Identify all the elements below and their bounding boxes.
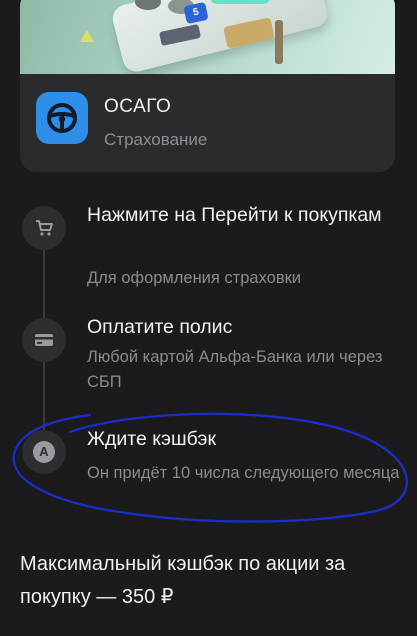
offer-banner-image: 5	[20, 0, 395, 74]
alfa-logo-icon: A	[22, 430, 66, 474]
step-2-title: Оплатите полис	[87, 316, 233, 338]
offer-card[interactable]: 5 ОСАГО Страхование	[20, 0, 395, 172]
step-3-description: Он придёт 10 числа следующего месяца	[87, 464, 400, 482]
step-1-description: Для оформления страховки	[87, 269, 302, 287]
max-cashback-text: Максимальный кэшбэк по акции за покупку …	[20, 553, 346, 608]
step-2-description: Любой картой Альфа-Банка или через СБП	[87, 348, 383, 391]
step-3-title: Ждите кэшбэк	[87, 428, 217, 450]
offer-subtitle: Страхование	[104, 130, 208, 149]
alfa-logo-letter: A	[33, 441, 55, 463]
step-1-title: Нажмите на Перейти к покупкам	[87, 204, 382, 226]
offer-title: ОСАГО	[104, 96, 172, 117]
steering-wheel-icon	[36, 92, 88, 144]
screen: 5 ОСАГО Страхование Нажмите на Перейти к…	[0, 0, 417, 636]
card-icon	[22, 318, 66, 362]
cart-icon	[22, 206, 66, 250]
